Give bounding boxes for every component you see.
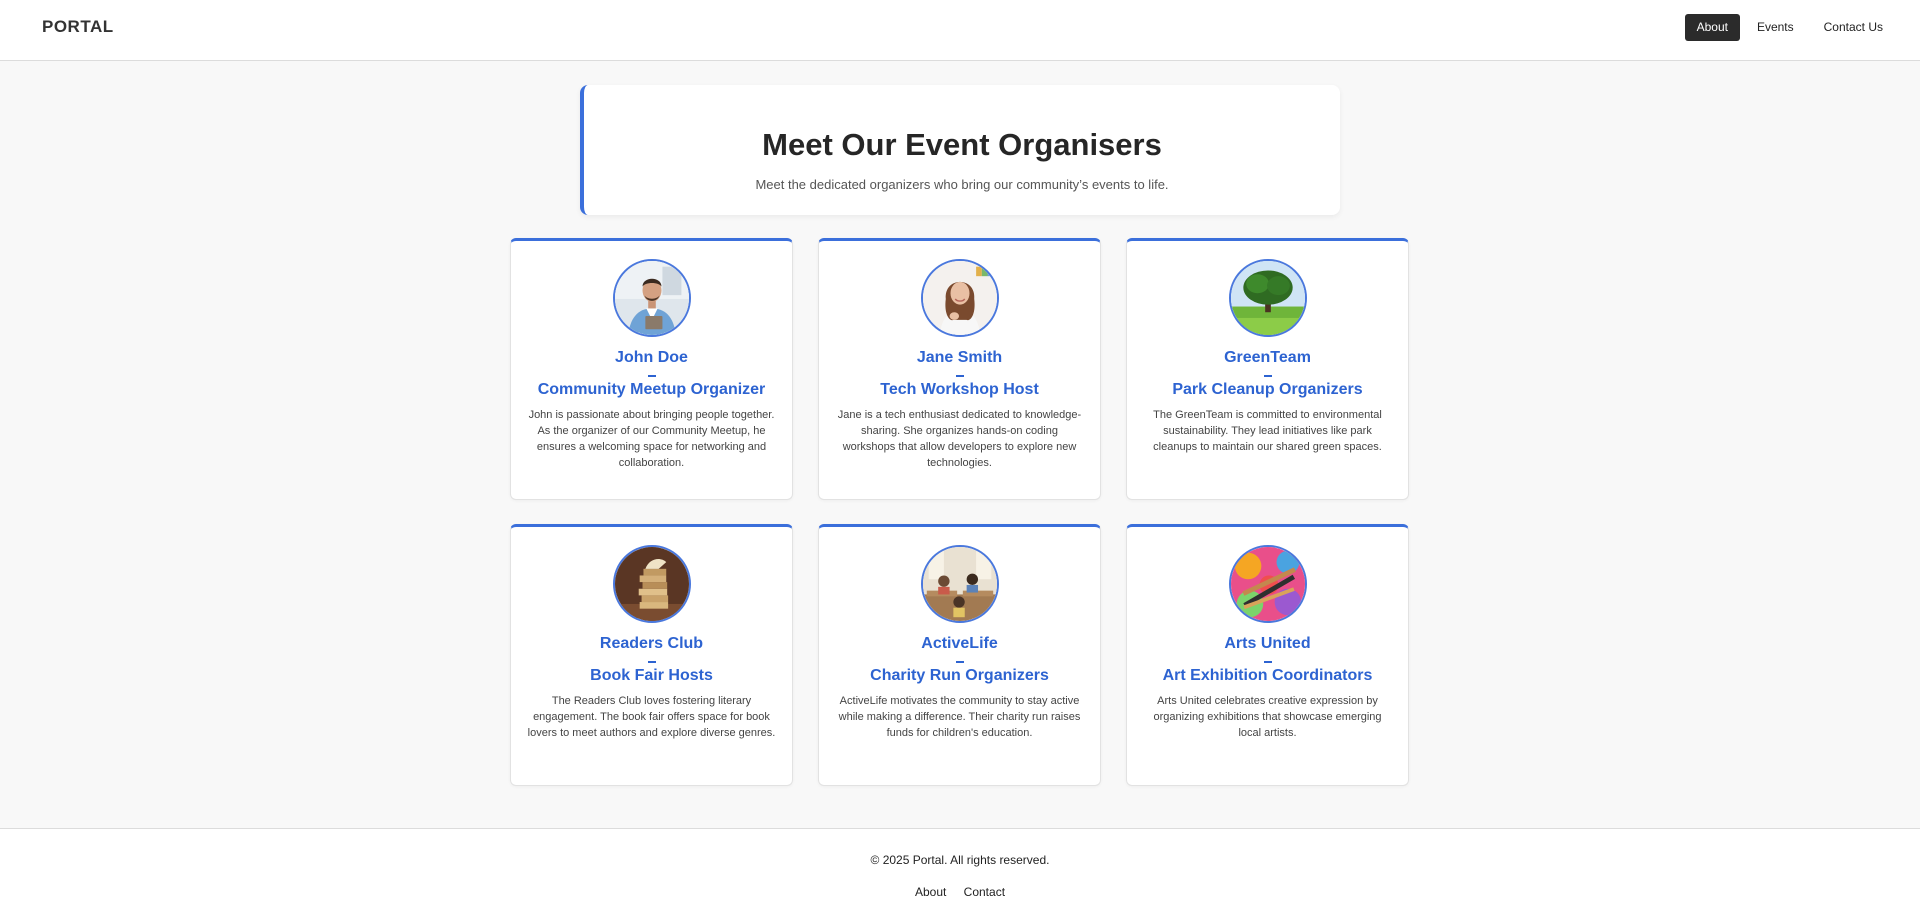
page-footer: © 2025 Portal. All rights reserved. Abou…	[0, 828, 1920, 906]
organizer-role: Book Fair Hosts	[590, 667, 713, 684]
organizer-name: Arts United	[1224, 635, 1311, 652]
organizer-name: ActiveLife	[921, 635, 998, 652]
organizer-card-greenteam: GreenTeam Park Cleanup Organizers The Gr…	[1126, 238, 1409, 500]
organizer-card-jane-smith: Jane Smith Tech Workshop Host Jane is a …	[818, 238, 1101, 500]
organizer-photo	[921, 259, 999, 337]
hero-section: Meet Our Event Organisers Meet the dedic…	[580, 85, 1340, 215]
name-role-divider	[956, 375, 964, 377]
organizer-card-john-doe: John Doe Community Meetup Organizer John…	[510, 238, 793, 500]
organizer-photo	[613, 259, 691, 337]
top-navigation-bar: PORTAL About Events Contact Us	[0, 0, 1920, 61]
organizer-photo	[921, 545, 999, 623]
nav-contact-us-link[interactable]: Contact Us	[1812, 14, 1895, 41]
nav-about-link[interactable]: About	[1684, 14, 1740, 41]
name-role-divider	[1264, 661, 1272, 663]
name-role-divider	[1264, 375, 1272, 377]
organizer-card-arts-united: Arts United Art Exhibition Coordinators …	[1126, 524, 1409, 786]
organizer-description: John is passionate about bringing people…	[528, 409, 775, 469]
organizer-role: Park Cleanup Organizers	[1172, 381, 1363, 398]
main-nav: About Events Contact Us	[1684, 14, 1895, 41]
organizer-name: Jane Smith	[916, 349, 1003, 366]
name-role-divider	[956, 661, 964, 663]
organizer-role: Community Meetup Organizer	[537, 381, 766, 398]
organizer-name: John Doe	[615, 349, 688, 366]
organizer-name: Readers Club	[599, 635, 704, 652]
copyright-text: © 2025 Portal. All rights reserved.	[870, 853, 1050, 867]
organizer-role: Charity Run Organizers	[870, 667, 1049, 684]
organizer-role: Art Exhibition Coordinators	[1162, 667, 1373, 684]
organizer-description: The GreenTeam is committed to environmen…	[1153, 409, 1382, 453]
nav-events-link[interactable]: Events	[1745, 14, 1806, 41]
organizer-photo	[613, 545, 691, 623]
name-role-divider	[648, 375, 656, 377]
name-role-divider	[648, 661, 656, 663]
organizer-photo	[1229, 259, 1307, 337]
site-logo[interactable]: PORTAL	[42, 17, 114, 37]
organizer-name: GreenTeam	[1224, 349, 1311, 366]
footer-links: About Contact	[0, 885, 1920, 899]
organizer-role: Tech Workshop Host	[880, 381, 1039, 398]
page-subtitle: Meet the dedicated organizers who bring …	[755, 177, 1169, 192]
organizer-card-activelife: ActiveLife Charity Run Organizers Active…	[818, 524, 1101, 786]
organizer-description: ActiveLife motivates the community to st…	[838, 695, 1081, 739]
organizer-description: Arts United celebrates creative expressi…	[1153, 695, 1382, 739]
organizer-card-readers-club: Readers Club Book Fair Hosts The Readers…	[510, 524, 793, 786]
organizer-photo	[1229, 545, 1307, 623]
footer-about-link[interactable]: About	[915, 885, 946, 899]
footer-contact-link[interactable]: Contact	[964, 885, 1005, 899]
organizer-description: Jane is a tech enthusiast dedicated to k…	[837, 409, 1082, 469]
page-title: Meet Our Event Organisers	[762, 127, 1162, 162]
organizer-description: The Readers Club loves fostering literar…	[527, 695, 776, 739]
